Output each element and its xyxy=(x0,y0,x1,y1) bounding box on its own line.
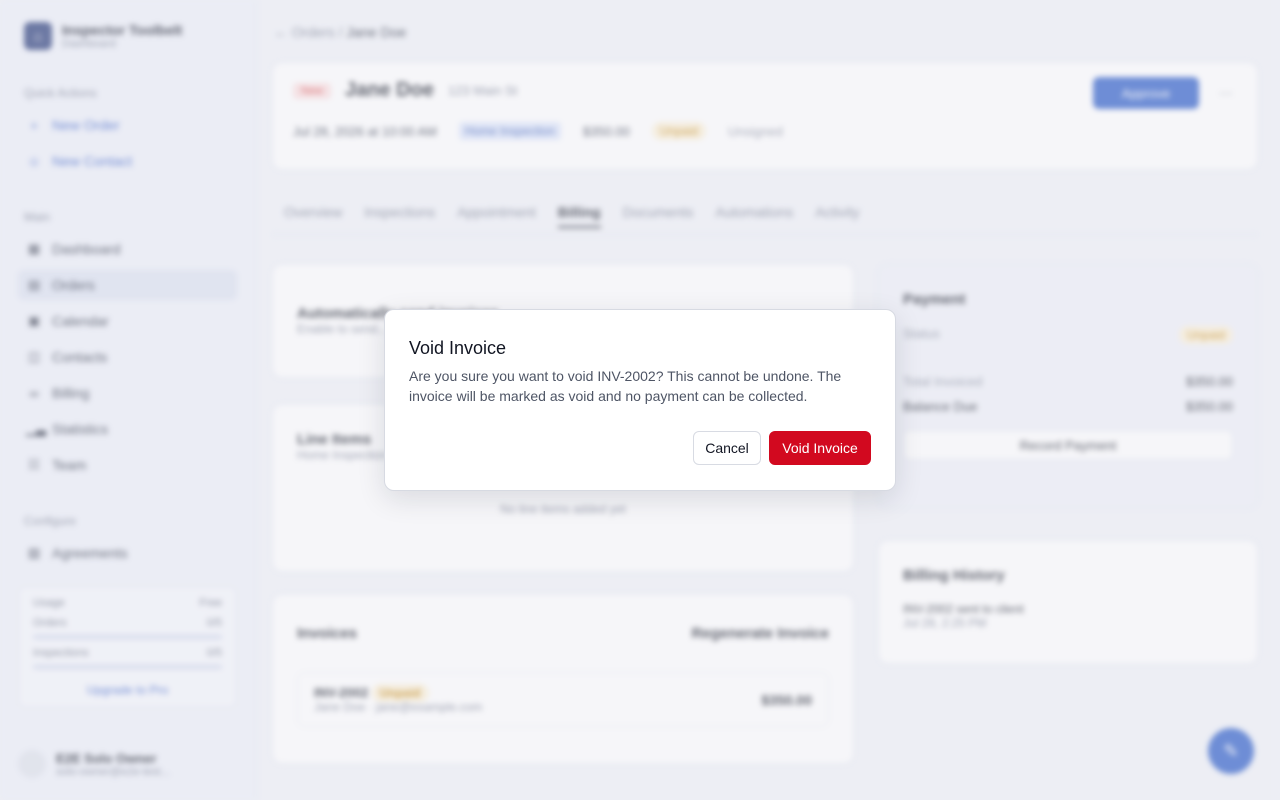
void-invoice-dialog: Void Invoice Are you sure you want to vo… xyxy=(384,309,896,491)
dialog-title: Void Invoice xyxy=(409,338,507,358)
dialog-actions: Cancel Void Invoice xyxy=(693,431,871,465)
void-invoice-button[interactable]: Void Invoice xyxy=(769,431,871,465)
dialog-description: Are you sure you want to void INV-2002? … xyxy=(409,368,842,404)
cancel-button[interactable]: Cancel xyxy=(693,431,761,465)
